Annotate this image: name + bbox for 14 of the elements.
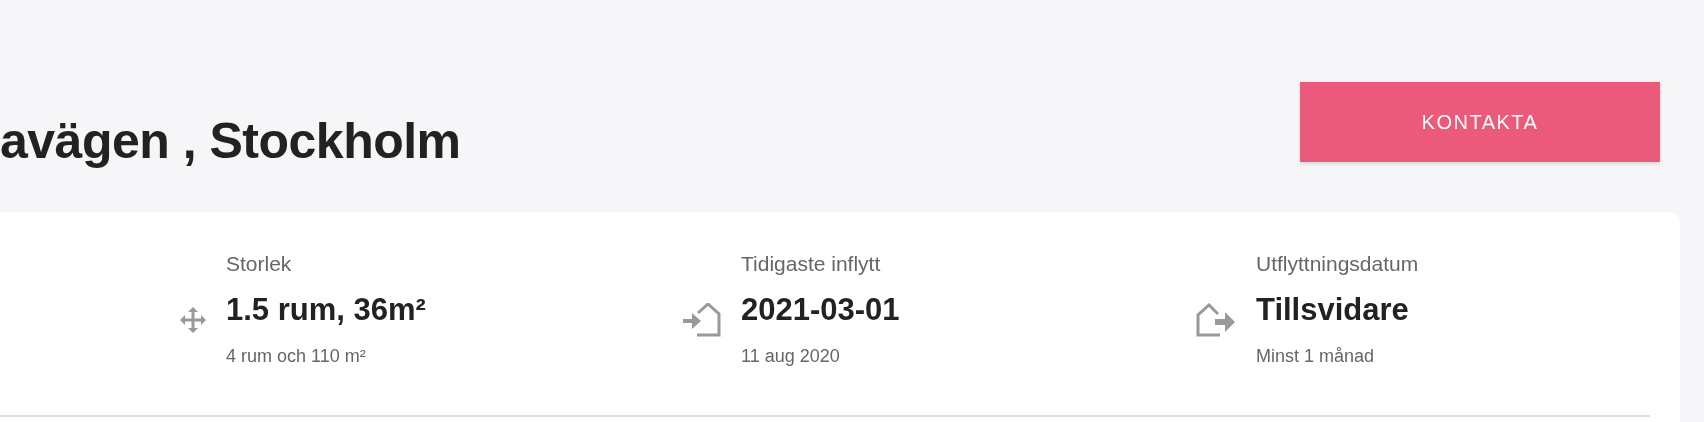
fact-note: 11 aug 2020: [741, 346, 841, 367]
house-exit-icon: [1196, 302, 1236, 337]
fact-note: Minst 1 månad: [1256, 346, 1376, 367]
fact-value: Tillsvidare: [1256, 292, 1410, 328]
fact-note: 4 rum och 110 m²: [226, 346, 367, 367]
contact-button[interactable]: KONTAKTA: [1300, 82, 1660, 162]
fact-label: Tidigaste inflytt: [741, 252, 882, 276]
house-enter-icon: [683, 302, 721, 337]
fact-value: 2021-03-01: [741, 292, 900, 328]
move-arrows-icon: [180, 306, 206, 333]
page-title: avägen , Stockholm: [0, 112, 461, 170]
fact-label: Utflyttningsdatum: [1256, 252, 1419, 276]
fact-value: 1.5 rum, 36m²: [226, 292, 426, 328]
fact-label: Storlek: [226, 252, 293, 276]
